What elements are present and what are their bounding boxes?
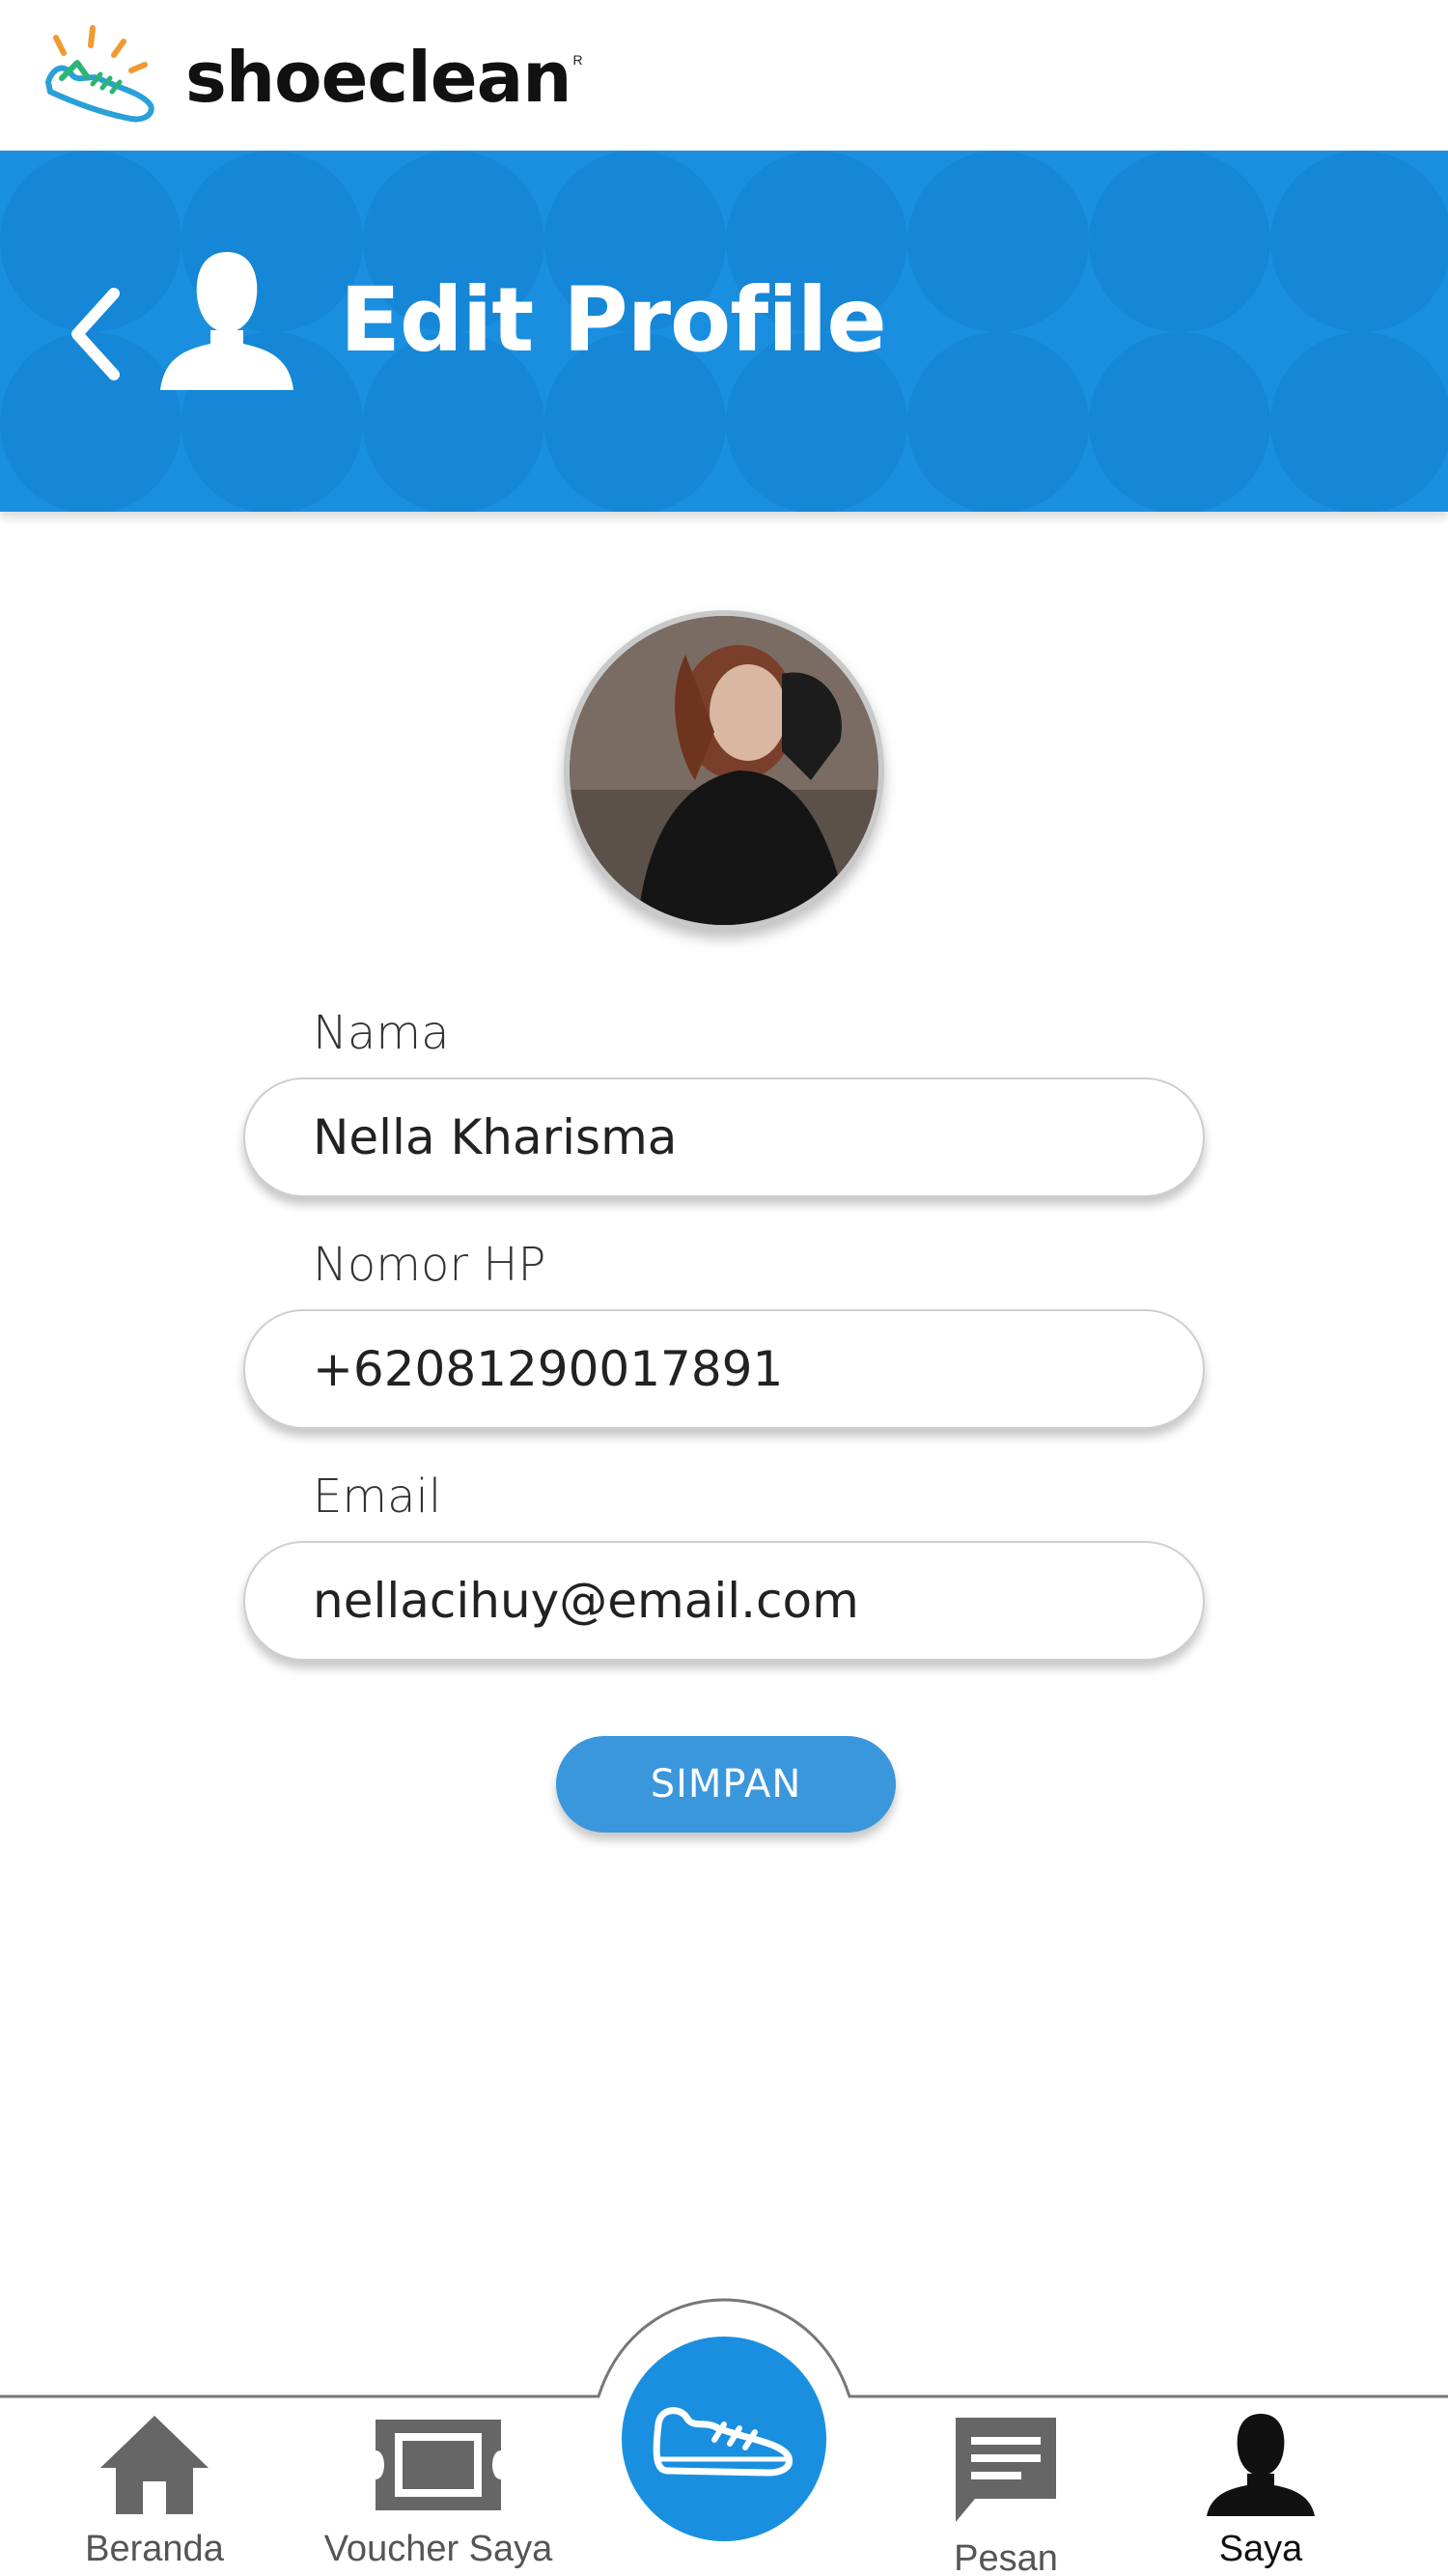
- shoe-logo-icon: [45, 25, 154, 123]
- phone-input[interactable]: [245, 1311, 1203, 1427]
- avatar-photo: [570, 616, 878, 925]
- person-icon: [160, 252, 293, 390]
- nav-label-saya: Saya: [1218, 2529, 1303, 2569]
- top-app-bar: shoeclean R: [0, 0, 1448, 151]
- brand-logo: shoeclean R: [42, 19, 583, 135]
- nav-label-pesan: Pesan: [954, 2538, 1058, 2576]
- brand-name: shoeclean: [185, 37, 571, 118]
- nav-item-pesan[interactable]: Pesan: [880, 2412, 1131, 2576]
- page-header: Edit Profile: [0, 151, 1448, 512]
- name-input[interactable]: [245, 1079, 1203, 1195]
- message-icon: [956, 2418, 1056, 2522]
- name-field-wrapper: [243, 1078, 1205, 1197]
- back-button[interactable]: [58, 266, 135, 402]
- page-title: Edit Profile: [340, 268, 887, 372]
- nav-item-saya[interactable]: Saya: [1135, 2412, 1386, 2570]
- registered-mark: R: [572, 52, 583, 68]
- email-label: Email: [313, 1470, 442, 1524]
- nav-label-beranda: Beranda: [85, 2529, 224, 2569]
- phone-field-wrapper: [243, 1309, 1205, 1429]
- save-button[interactable]: SIMPAN: [556, 1736, 896, 1833]
- chevron-left-icon: [71, 288, 120, 380]
- person-icon: [1207, 2414, 1315, 2516]
- nav-item-beranda[interactable]: Beranda: [29, 2412, 280, 2570]
- phone-label: Nomor HP: [313, 1238, 546, 1292]
- shoe-center-button[interactable]: [622, 2337, 826, 2541]
- profile-avatar[interactable]: [564, 610, 884, 931]
- name-label: Nama: [313, 1006, 450, 1060]
- bottom-navigation: Beranda Voucher Saya Pesan Saya: [0, 2298, 1448, 2576]
- nav-item-voucher-saya[interactable]: Voucher Saya: [313, 2412, 564, 2570]
- shoe-icon: [653, 2407, 793, 2477]
- email-field-wrapper: [243, 1541, 1205, 1661]
- nav-label-voucher-saya: Voucher Saya: [323, 2529, 553, 2569]
- ticket-icon: [376, 2420, 501, 2510]
- email-input[interactable]: [245, 1543, 1203, 1659]
- home-icon: [100, 2416, 209, 2514]
